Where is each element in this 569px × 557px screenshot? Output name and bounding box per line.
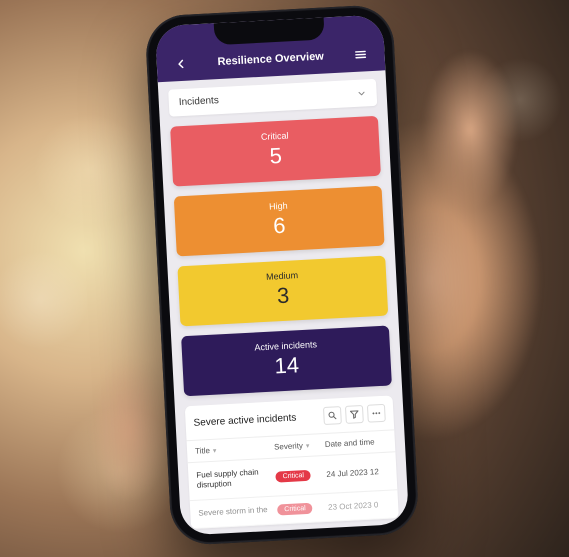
phone-screen: Resilience Overview Incidents Critical 5… <box>155 14 409 535</box>
row-severity: Critical <box>277 502 328 516</box>
phone-device: Resilience Overview Incidents Critical 5… <box>144 4 419 546</box>
chevron-down-icon <box>356 88 367 99</box>
severity-badge: Critical <box>275 470 311 483</box>
tile-high[interactable]: High 6 <box>174 186 385 257</box>
tile-active-incidents[interactable]: Active incidents 14 <box>181 325 392 396</box>
severity-badge: Critical <box>277 503 313 516</box>
column-header-date[interactable]: Date and time <box>325 437 388 449</box>
filter-button[interactable] <box>345 405 364 424</box>
menu-icon[interactable] <box>350 44 371 65</box>
row-severity: Critical <box>275 469 326 483</box>
dropdown-label: Incidents <box>179 95 220 108</box>
row-title: Severe storm in the <box>198 505 277 520</box>
tile-critical[interactable]: Critical 5 <box>170 116 381 187</box>
row-date: 24 Jul 2023 12 <box>326 467 389 479</box>
row-title: Fuel supply chain disruption <box>196 467 276 492</box>
sort-icon: ▾ <box>306 441 310 449</box>
incidents-dropdown[interactable]: Incidents <box>168 79 377 117</box>
column-header-title[interactable]: Title ▾ <box>195 443 274 456</box>
column-header-severity[interactable]: Severity ▾ <box>274 440 325 452</box>
back-icon[interactable] <box>170 53 191 74</box>
content-area: Incidents Critical 5 High 6 Medium 3 Act… <box>158 70 409 535</box>
search-button[interactable] <box>323 406 342 425</box>
row-date: 23 Oct 2023 0 <box>328 499 391 511</box>
page-title: Resilience Overview <box>217 51 324 69</box>
tile-medium[interactable]: Medium 3 <box>177 256 388 327</box>
incidents-list-card: Severe active incidents <box>185 395 399 528</box>
more-button[interactable] <box>367 404 386 423</box>
list-heading: Severe active incidents <box>193 412 296 428</box>
sort-icon: ▾ <box>213 446 217 454</box>
